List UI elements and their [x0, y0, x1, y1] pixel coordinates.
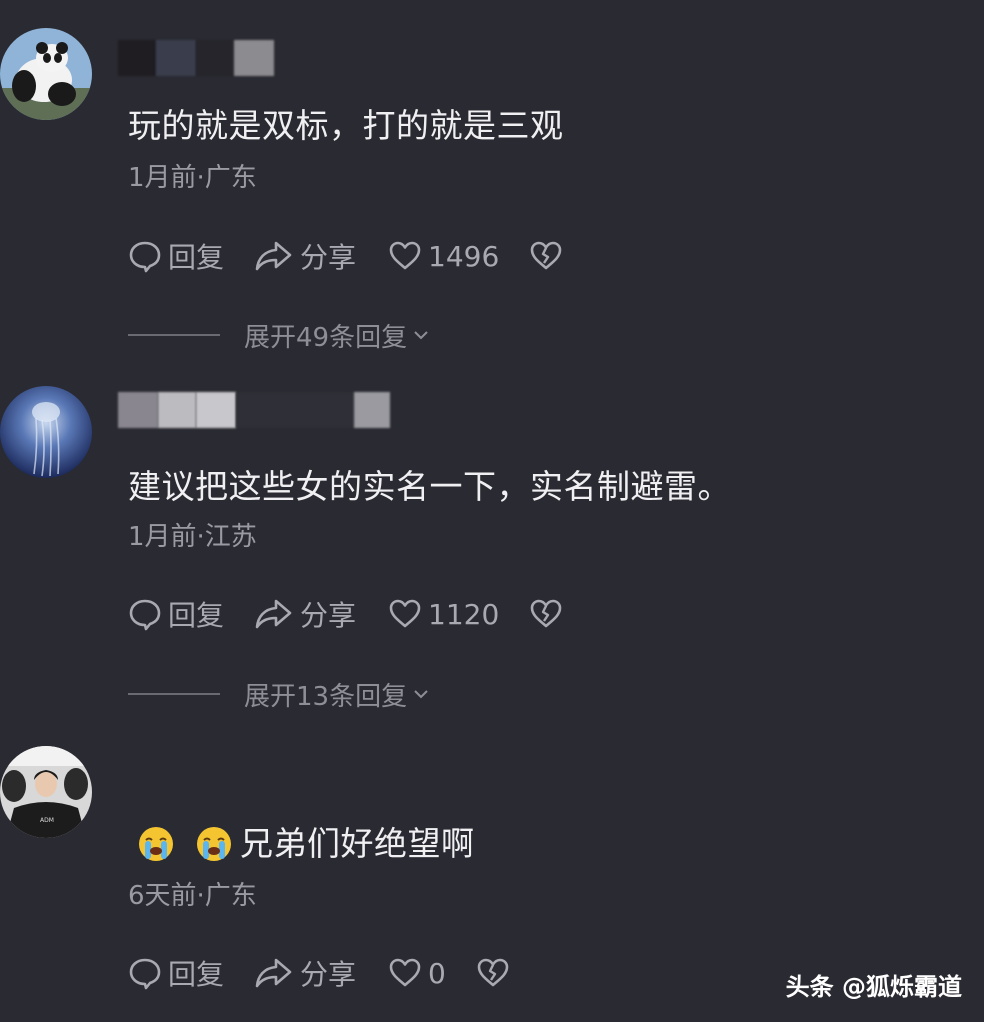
broken-heart-icon — [529, 597, 569, 631]
reply-button[interactable]: 回复 — [128, 953, 224, 993]
share-icon — [254, 239, 300, 273]
comment-text: 兄弟们好绝望啊 — [240, 824, 475, 863]
username-masked[interactable] — [118, 40, 274, 76]
loudly-crying-face-icon — [194, 824, 234, 864]
reply-icon — [128, 956, 168, 990]
comment-body: 兄弟们好绝望啊 — [136, 824, 475, 864]
avatar-jellyfish[interactable] — [0, 386, 92, 478]
share-icon — [254, 956, 300, 990]
like-count: 1496 — [428, 239, 500, 273]
comment-meta: 1月前·江苏 — [128, 522, 257, 552]
share-button[interactable]: 分享 — [254, 594, 356, 634]
share-button[interactable]: 分享 — [254, 236, 356, 276]
comment-meta: 6天前·广东 — [128, 881, 257, 911]
share-label: 分享 — [300, 599, 357, 632]
avatar-person[interactable]: ADM — [0, 746, 92, 838]
heart-icon — [388, 956, 428, 990]
action-bar: 回复 分享 1120 — [128, 594, 569, 634]
reply-button[interactable]: 回复 — [128, 594, 224, 634]
action-bar: 回复 分享 1496 — [128, 236, 569, 276]
like-button[interactable]: 0 — [388, 953, 446, 993]
reply-button[interactable]: 回复 — [128, 236, 224, 276]
broken-heart-icon — [529, 239, 569, 273]
share-label: 分享 — [300, 241, 357, 274]
action-bar: 回复 分享 0 — [128, 953, 516, 993]
share-icon — [254, 597, 300, 631]
dislike-button[interactable] — [529, 236, 569, 276]
share-label: 分享 — [300, 958, 357, 991]
broken-heart-icon — [476, 956, 516, 990]
comment-meta: 1月前·广东 — [128, 163, 257, 193]
heart-icon — [388, 239, 428, 273]
watermark: 头条 @狐烁霸道 — [785, 973, 962, 1001]
dislike-button[interactable] — [529, 594, 569, 634]
divider-line — [128, 334, 220, 336]
heart-icon — [388, 597, 428, 631]
like-count: 0 — [428, 956, 446, 990]
like-button[interactable]: 1120 — [388, 594, 499, 634]
dislike-button[interactable] — [476, 953, 516, 993]
expand-replies-button[interactable]: 展开13条回复 — [128, 677, 431, 712]
expand-replies-button[interactable]: 展开49条回复 — [128, 318, 431, 353]
chevron-down-icon — [407, 684, 431, 704]
reply-label: 回复 — [168, 241, 225, 274]
loudly-crying-face-icon — [136, 824, 176, 864]
comment-text: 建议把这些女的实名一下，实名制避雷。 — [128, 467, 731, 506]
chevron-down-icon — [407, 325, 431, 345]
avatar-panda[interactable] — [0, 28, 92, 120]
reply-icon — [128, 239, 168, 273]
svg-text:ADM: ADM — [40, 817, 54, 824]
username-masked[interactable] — [118, 392, 390, 428]
expand-replies-label: 展开49条回复 — [244, 322, 408, 353]
like-button[interactable]: 1496 — [388, 236, 499, 276]
reply-label: 回复 — [168, 958, 225, 991]
like-count: 1120 — [428, 597, 500, 631]
divider-line — [128, 693, 220, 695]
share-button[interactable]: 分享 — [254, 953, 356, 993]
expand-replies-label: 展开13条回复 — [244, 681, 408, 712]
reply-label: 回复 — [168, 599, 225, 632]
comment-text: 玩的就是双标，打的就是三观 — [128, 106, 564, 145]
reply-icon — [128, 597, 168, 631]
